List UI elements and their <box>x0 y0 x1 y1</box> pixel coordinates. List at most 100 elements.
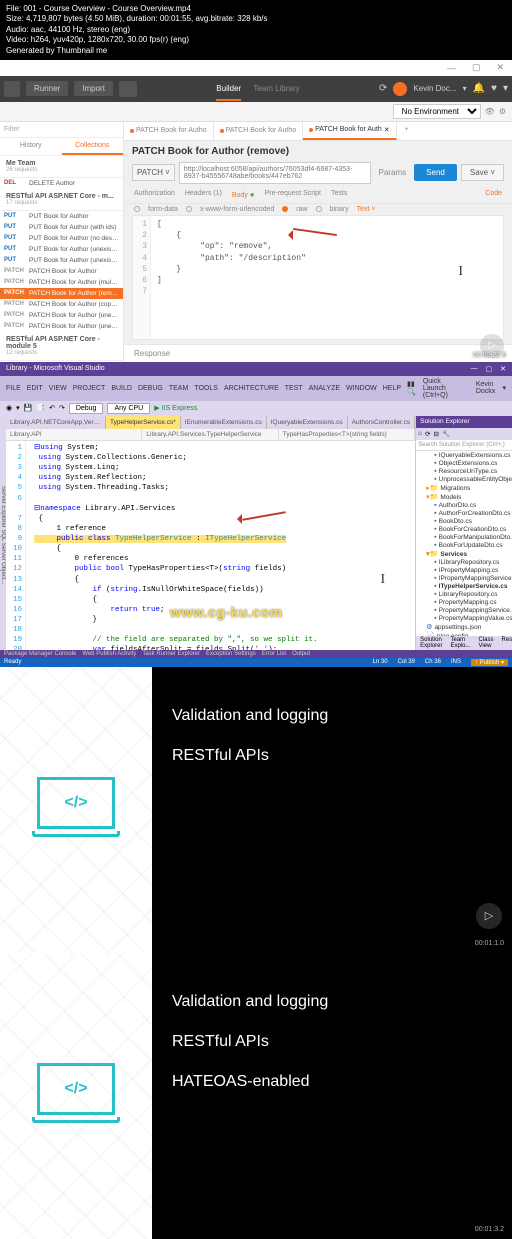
url-input[interactable]: http://localhost:6058/api/authors/76053d… <box>179 162 371 184</box>
doctab[interactable]: IQueryableExtensions.cs <box>267 416 348 429</box>
notifications-icon[interactable]: 🔔 <box>473 83 485 94</box>
tab-errorlist[interactable]: Error List <box>262 651 286 657</box>
user-menu[interactable]: Kevin Doc...▾ <box>413 84 466 93</box>
subtab-teamexp[interactable]: Team Explo... <box>447 636 475 650</box>
sidebar-item[interactable]: PUTPUT Book for Author (with ids) <box>0 222 123 233</box>
tree-file[interactable]: ▪ITypeHelperService.cs <box>418 583 512 591</box>
tree-file[interactable]: ▪PropertyMapping.cs <box>418 599 512 607</box>
menu-window[interactable]: WINDOW <box>346 385 377 392</box>
tree-folder-services[interactable]: ▾📁Services <box>418 550 512 559</box>
sidebar-item[interactable]: PATCHPATCH Book for Author (copy and rem… <box>0 299 123 310</box>
subnav-body[interactable]: Body ● <box>232 190 255 199</box>
environment-select[interactable]: No Environment <box>393 104 481 119</box>
request-tab[interactable]: PATCH Book for Autho <box>214 122 304 140</box>
home-icon[interactable]: ⌂ <box>418 430 422 438</box>
tree-file[interactable]: ▪PropertyMappingService.cs <box>418 607 512 615</box>
sidebar-item[interactable]: PATCHPATCH Book for Author <box>0 266 123 277</box>
saveall-icon[interactable]: 📑 <box>36 404 45 412</box>
filter-input[interactable]: Filter <box>0 122 123 138</box>
request-tab-active[interactable]: PATCH Book for Auth ✕ <box>303 122 397 140</box>
save-button[interactable]: Save ˅ <box>461 164 504 181</box>
tree-file[interactable]: ▪LibraryRepository.cs <box>418 591 512 599</box>
tree-file[interactable]: ▪PropertyMappingValue.cs <box>418 615 512 623</box>
collections-tab[interactable]: Collections <box>62 138 124 155</box>
method-select[interactable]: PATCH ˅ <box>132 164 175 181</box>
subnav-tests[interactable]: Tests <box>331 190 347 199</box>
tree-file[interactable]: ▪BookForUpdateDto.cs <box>418 542 512 550</box>
menu-build[interactable]: BUILD <box>111 385 132 392</box>
quick-launch[interactable]: ▮▮ 🔍 Quick Launch (Ctrl+Q) Kevin Dockx ▾ <box>407 378 506 399</box>
tree-file[interactable]: ⚙appsettings.json <box>418 623 512 632</box>
subnav-headers[interactable]: Headers (1) <box>185 190 222 199</box>
collapse-icon[interactable]: ⊟ <box>434 430 439 438</box>
new-tab-icon[interactable] <box>119 81 137 97</box>
settings-icon[interactable]: ▾ <box>503 83 508 94</box>
menu-tools[interactable]: TOOLS <box>194 385 218 392</box>
tree-file[interactable]: ▪BookForCreationDto.cs <box>418 526 512 534</box>
tab-exceptions[interactable]: Exception Settings <box>206 651 256 657</box>
tree-file[interactable]: ▪AuthorDto.cs <box>418 502 512 510</box>
solution-search[interactable]: Search Solution Explorer (Ctrl+;) <box>416 440 512 451</box>
sidebar-item[interactable]: PUTPUT Book for Author (unexisting autho… <box>0 244 123 255</box>
tree-file[interactable]: ▪BookForManipulationDto.c <box>418 534 512 542</box>
sync-icon[interactable]: ⟳ <box>379 83 387 94</box>
builder-tab[interactable]: Builder <box>216 84 241 101</box>
sidebar-item[interactable]: PUTPUT Book for Author (unexisting book) <box>0 255 123 266</box>
tree-file[interactable]: ▪AuthorForCreationDto.cs <box>418 510 512 518</box>
env-settings-icon[interactable]: ⚙ <box>499 107 506 116</box>
radio-raw[interactable] <box>282 206 288 212</box>
menu-analyze[interactable]: ANALYZE <box>309 385 340 392</box>
status-publish[interactable]: ↑ Publish ▾ <box>471 659 508 666</box>
radio-formdata[interactable] <box>134 206 140 212</box>
sync-icon[interactable]: ⟳ <box>425 430 430 438</box>
doctab[interactable]: Library.API.NETCoreApp,Version=v1.0 <box>6 416 106 429</box>
doctab[interactable]: IEnumerableExtensions.cs <box>181 416 267 429</box>
crumb-method[interactable]: TypeHasProperties<T>(string fields) <box>279 429 415 440</box>
menu-help[interactable]: HELP <box>383 385 401 392</box>
sidebar-item[interactable]: PATCHPATCH Book for Author (unexisting b… <box>0 321 123 332</box>
tree-file[interactable]: ▪ILibraryRepository.cs <box>418 559 512 567</box>
history-tab[interactable]: History <box>0 138 62 155</box>
request-tab[interactable]: PATCH Book for Autho <box>124 122 214 140</box>
menu-file[interactable]: FILE <box>6 385 21 392</box>
tree-file[interactable]: ▪IQueryableExtensions.cs <box>418 452 512 460</box>
nav-back-icon[interactable]: ◉ <box>6 404 12 412</box>
sidebar-item-delete-author[interactable]: DELDELETE Author <box>0 178 123 189</box>
redo-icon[interactable]: ↷ <box>59 404 65 412</box>
minimize-button[interactable]: — <box>439 63 464 73</box>
params-button[interactable]: Params <box>375 168 411 177</box>
minimize-button[interactable]: — <box>471 365 478 373</box>
tree-file[interactable]: ▪BookDto.cs <box>418 518 512 526</box>
tab-output[interactable]: Output <box>292 651 310 657</box>
save-icon[interactable]: 💾 <box>24 404 33 412</box>
tree-folder-models[interactable]: ▾📁Models <box>418 493 512 502</box>
maximize-button[interactable]: ▢ <box>486 365 493 373</box>
runner-button[interactable]: Runner <box>26 81 68 96</box>
sidebar-item-selected[interactable]: PATCHPATCH Book for Author (remove) <box>0 288 123 299</box>
sidebar-item[interactable]: PATCHPATCH Book for Author (unexisting a… <box>0 310 123 321</box>
send-button[interactable]: Send <box>414 164 457 181</box>
tree-file[interactable]: ▪IPropertyMapping.cs <box>418 567 512 575</box>
sidebar-item[interactable]: PUTPUT Book for Author (no description) <box>0 233 123 244</box>
collection-header[interactable]: RESTful API ASP.NET Core - module 5 12 r… <box>0 332 123 361</box>
doctab[interactable]: AuthorsController.cs <box>348 416 416 429</box>
subnav-auth[interactable]: Authorization <box>134 190 175 199</box>
tree-file[interactable]: ▪ResourceUriType.cs <box>418 468 512 476</box>
close-button[interactable]: ✕ <box>500 365 506 373</box>
subtab-classview[interactable]: Class View <box>475 636 498 650</box>
collection-header[interactable]: RESTful API ASP.NET Core - m... 17 reque… <box>0 189 123 211</box>
subnav-prescript[interactable]: Pre-request Script <box>265 190 321 199</box>
properties-icon[interactable]: 🔧 <box>442 430 450 438</box>
crumb-project[interactable]: Library.API <box>6 429 142 440</box>
tree-folder-migrations[interactable]: ▸📁Migrations <box>418 484 512 493</box>
tree-file[interactable]: ▪IPropertyMappingService.c <box>418 575 512 583</box>
menu-debug[interactable]: DEBUG <box>138 385 163 392</box>
env-quicklook-icon[interactable]: 👁 <box>485 107 495 116</box>
sidebar-item[interactable]: PUTPUT Book for Author <box>0 211 123 222</box>
tree-file[interactable]: ▪UnprocessableEntityObjec... <box>418 476 512 484</box>
code-link[interactable]: Code <box>485 190 502 199</box>
config-select[interactable]: Debug <box>69 403 104 414</box>
user-avatar[interactable] <box>393 82 407 96</box>
close-button[interactable]: ✕ <box>488 62 512 73</box>
tree-file[interactable]: ▪ObjectExtensions.cs <box>418 460 512 468</box>
